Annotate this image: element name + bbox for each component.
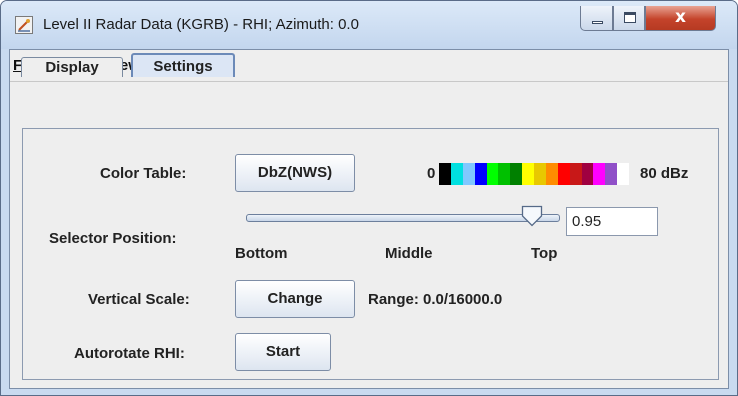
color-swatch [605,163,618,185]
selector-position-field[interactable]: 0.95 [566,207,658,236]
close-button[interactable]: x [645,6,716,31]
maximize-button[interactable] [613,6,645,31]
color-swatch [545,163,558,185]
color-table-label-text: Color Table: [100,165,187,182]
title-bar[interactable]: Level II Radar Data (KGRB) - RHI; Azimut… [1,1,737,49]
color-swatch [534,163,546,185]
minimize-button[interactable] [580,6,613,31]
color-swatch [557,163,570,185]
slider-tick-middle: Middle [385,245,433,262]
color-table-swatch[interactable] [439,163,629,185]
color-table-min: 0 [427,165,436,182]
color-swatch [450,163,463,185]
color-swatch [474,163,487,185]
app-icon[interactable] [15,16,33,34]
close-icon: x [675,7,686,27]
color-swatch [581,163,594,185]
vertical-scale-range: Range: 0.0/16000.0 [368,291,503,308]
color-swatch [486,163,499,185]
tab-display[interactable]: Display [21,57,123,77]
maximize-icon [624,12,636,23]
color-swatch [439,163,451,185]
vertical-scale-change-button[interactable]: Change [235,280,355,318]
selector-slider-track[interactable] [246,214,560,222]
selector-position-label: Selector Position: [49,230,177,247]
color-swatch [569,163,582,185]
color-swatch [510,163,523,185]
color-swatch [462,163,475,185]
slider-tick-top: Top [531,245,558,262]
autorotate-label: Autorotate RHI: [74,345,185,362]
color-table-button[interactable]: DbZ(NWS) [235,154,355,192]
slider-tick-bottom: Bottom [235,245,288,262]
autorotate-start-button[interactable]: Start [235,333,331,371]
window-title: Level II Radar Data (KGRB) - RHI; Azimut… [43,16,359,33]
tab-settings[interactable]: Settings [131,53,235,77]
color-table-label: Color Table: [100,165,186,182]
color-swatch [522,163,534,185]
color-swatch [498,163,511,185]
vertical-scale-label: Vertical Scale: [88,291,190,308]
color-swatch [593,163,606,185]
selector-slider-thumb[interactable] [521,205,543,227]
color-table-max: 80 dBz [640,165,689,182]
color-swatch [617,163,629,185]
minimize-icon [592,21,603,24]
